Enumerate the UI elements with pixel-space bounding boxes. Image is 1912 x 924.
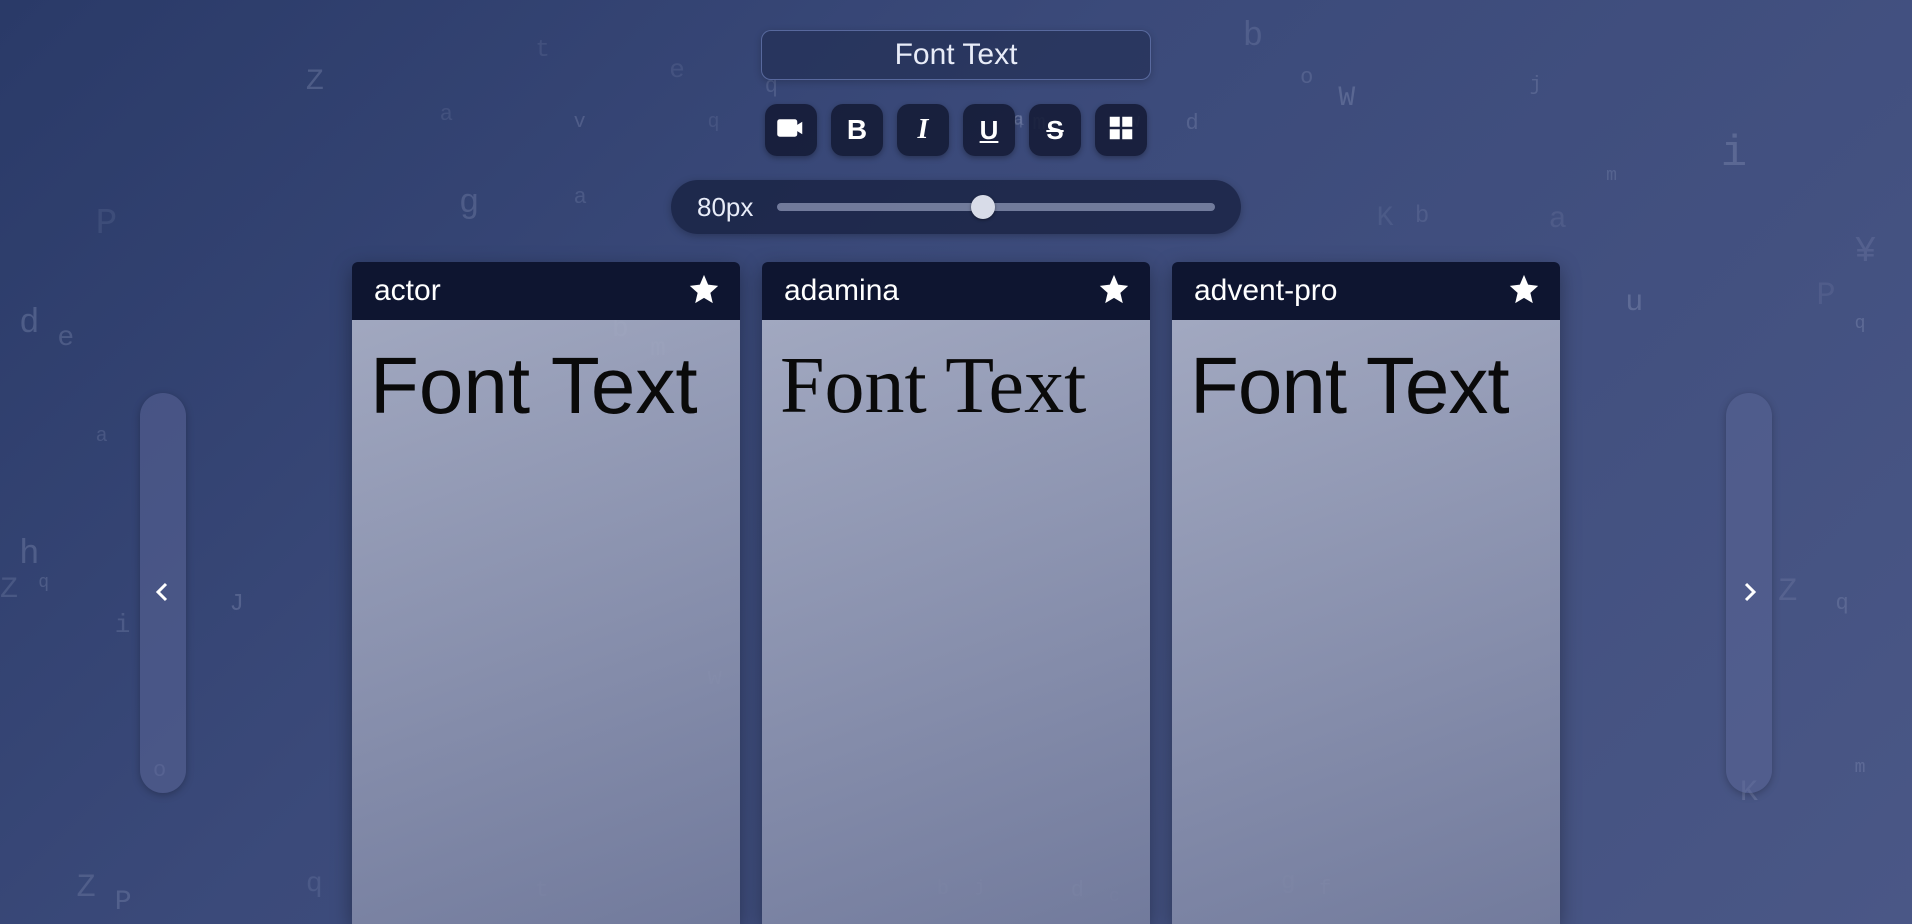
bold-button[interactable]: B bbox=[831, 104, 883, 156]
star-icon bbox=[1097, 272, 1131, 311]
chevron-right-icon bbox=[1737, 574, 1761, 613]
grid-icon bbox=[1106, 113, 1136, 148]
font-name-label: advent-pro bbox=[1194, 274, 1337, 308]
font-sample: Font Text bbox=[762, 320, 1150, 924]
star-icon bbox=[687, 272, 721, 311]
font-card-adamina: adamina Font Text bbox=[762, 262, 1150, 924]
strikethrough-button[interactable]: S bbox=[1029, 104, 1081, 156]
font-card-advent-pro: advent-pro Font Text bbox=[1172, 262, 1560, 924]
chevron-left-icon bbox=[151, 574, 175, 613]
strikethrough-icon: S bbox=[1046, 115, 1063, 146]
font-size-label: 80px bbox=[697, 192, 753, 223]
card-header: advent-pro bbox=[1172, 262, 1560, 320]
underline-button[interactable]: U bbox=[963, 104, 1015, 156]
font-name-label: actor bbox=[374, 274, 441, 308]
sample-text-input[interactable] bbox=[761, 30, 1151, 80]
font-card-actor: actor Font Text bbox=[352, 262, 740, 924]
slider-thumb[interactable] bbox=[971, 195, 995, 219]
card-header: actor bbox=[352, 262, 740, 320]
font-carousel: actor Font Text adamina Font Text bbox=[0, 262, 1912, 924]
camera-button[interactable] bbox=[765, 104, 817, 156]
italic-icon: I bbox=[918, 114, 929, 146]
favorite-button[interactable] bbox=[1096, 273, 1132, 309]
card-header: adamina bbox=[762, 262, 1150, 320]
star-icon bbox=[1507, 272, 1541, 311]
formatting-toolbar: B I U S bbox=[765, 104, 1147, 156]
favorite-button[interactable] bbox=[1506, 273, 1542, 309]
underline-icon: U bbox=[980, 115, 999, 146]
font-sample: Font Text bbox=[352, 320, 740, 924]
favorite-button[interactable] bbox=[686, 273, 722, 309]
camera-icon bbox=[776, 113, 806, 148]
font-size-slider[interactable] bbox=[777, 203, 1215, 211]
font-name-label: adamina bbox=[784, 274, 899, 308]
grid-view-button[interactable] bbox=[1095, 104, 1147, 156]
prev-button[interactable] bbox=[140, 393, 186, 793]
bold-icon: B bbox=[847, 114, 867, 146]
stage: B I U S 80px actor bbox=[0, 0, 1912, 924]
font-sample: Font Text bbox=[1172, 320, 1560, 924]
font-size-slider-bar: 80px bbox=[671, 180, 1241, 234]
next-button[interactable] bbox=[1726, 393, 1772, 793]
italic-button[interactable]: I bbox=[897, 104, 949, 156]
